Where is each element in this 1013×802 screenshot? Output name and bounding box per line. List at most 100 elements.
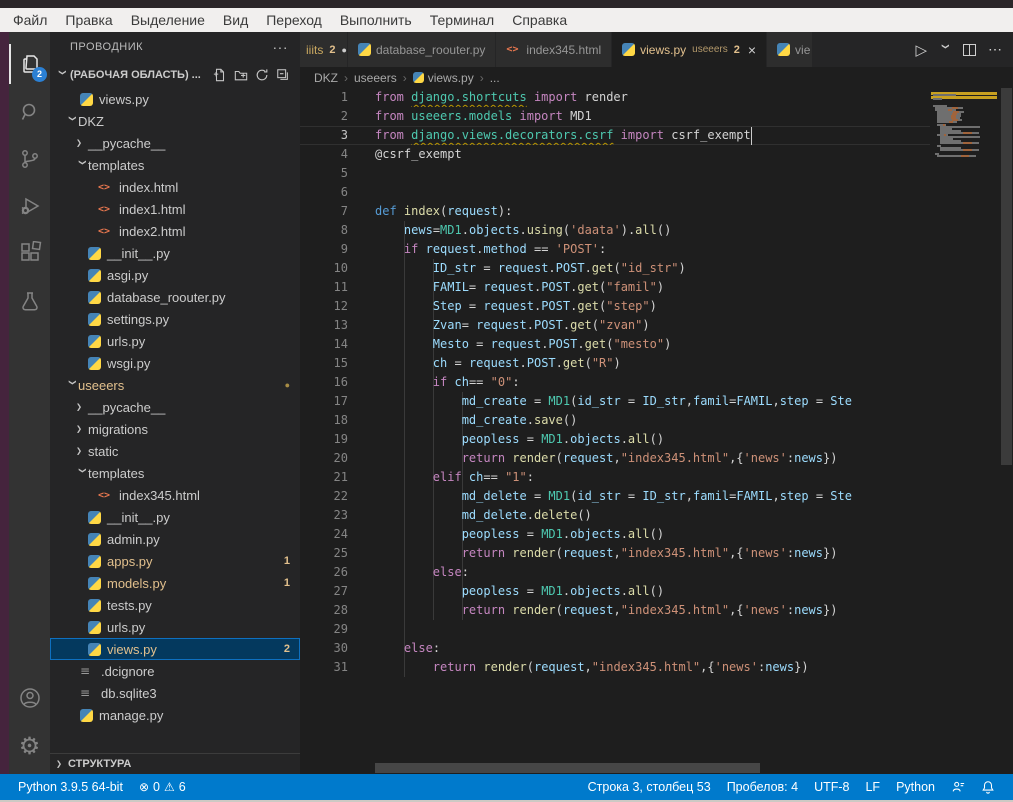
code-line-21[interactable]: 21 elif ch== "1": [300, 468, 930, 487]
new-folder-icon[interactable] [234, 68, 248, 82]
code-line-22[interactable]: 22 md_delete = MD1(id_str = ID_str,famil… [300, 487, 930, 506]
code-line-4[interactable]: 4@csrf_exempt [300, 145, 930, 164]
code-line-19[interactable]: 19 peopless = MD1.objects.all() [300, 430, 930, 449]
status-encoding[interactable]: UTF-8 [806, 780, 857, 794]
account-icon[interactable] [9, 678, 50, 718]
status-language[interactable]: Python [888, 780, 943, 794]
menu-вид[interactable]: Вид [214, 12, 257, 28]
tab-index345-html[interactable]: <>index345.html [496, 32, 612, 67]
tree-item-index2-html[interactable]: <>index2.html [50, 220, 300, 242]
code-line-6[interactable]: 6 [300, 183, 930, 202]
breadcrumb-dkz[interactable]: DKZ [314, 71, 338, 85]
menu-правка[interactable]: Правка [56, 12, 121, 28]
tree-item-models-py[interactable]: models.py1 [50, 572, 300, 594]
tree-item-static[interactable]: ❯static [50, 440, 300, 462]
tree-item-templates[interactable]: ❯templates [50, 154, 300, 176]
code-area[interactable]: 1from django.shortcuts import render2fro… [300, 88, 1013, 774]
code-line-8[interactable]: 8 news=MD1.objects.using('daata').all() [300, 221, 930, 240]
status-python-version[interactable]: Python 3.9.5 64-bit [10, 780, 131, 794]
code-line-18[interactable]: 18 md_create.save() [300, 411, 930, 430]
notifications-bell-icon[interactable] [973, 780, 1003, 794]
tree-item--dcignore[interactable]: ≡.dcignore [50, 660, 300, 682]
tree-item-admin-py[interactable]: admin.py [50, 528, 300, 550]
status-indentation[interactable]: Пробелов: 4 [719, 780, 806, 794]
tree-item-migrations[interactable]: ❯migrations [50, 418, 300, 440]
code-line-12[interactable]: 12 Step = request.POST.get("step") [300, 297, 930, 316]
workspace-section-header[interactable]: ❯ (РАБОЧАЯ ОБЛАСТЬ) ... [50, 62, 300, 88]
vertical-scrollbar[interactable] [1000, 88, 1013, 774]
code-line-30[interactable]: 30 else: [300, 639, 930, 658]
editor-more-icon[interactable]: ⋯ [988, 41, 1003, 58]
vertical-scrollbar-thumb[interactable] [1001, 88, 1012, 465]
tree-item-templates[interactable]: ❯templates [50, 462, 300, 484]
extensions-icon[interactable] [9, 233, 50, 273]
breadcrumb--[interactable]: ... [490, 71, 500, 85]
status-cursor-position[interactable]: Строка 3, столбец 53 [580, 780, 719, 794]
menu-справка[interactable]: Справка [503, 12, 576, 28]
tree-item-manage-py[interactable]: manage.py [50, 704, 300, 726]
tree-item-apps-py[interactable]: apps.py1 [50, 550, 300, 572]
tree-item--pycache-[interactable]: ❯__pycache__ [50, 132, 300, 154]
explorer-icon[interactable]: 2 [9, 44, 50, 84]
new-file-icon[interactable] [213, 68, 227, 82]
code-line-3[interactable]: 3from django.views.decorators.csrf impor… [300, 126, 930, 145]
tab-vie[interactable]: vie [767, 32, 813, 67]
status-problems[interactable]: ⊗ 0 ⚠ 6 [131, 780, 194, 794]
code-line-17[interactable]: 17 md_create = MD1(id_str = ID_str,famil… [300, 392, 930, 411]
refresh-icon[interactable] [255, 68, 269, 82]
split-editor-icon[interactable] [963, 44, 976, 56]
tree-item--init-py[interactable]: __init__.py [50, 242, 300, 264]
menu-переход[interactable]: Переход [257, 12, 331, 28]
breadcrumb-useeers[interactable]: useeers [354, 71, 397, 85]
feedback-icon[interactable] [943, 780, 973, 794]
code-line-29[interactable]: 29 [300, 620, 930, 639]
status-eol[interactable]: LF [857, 780, 888, 794]
tree-item-useeers[interactable]: ❯useeers● [50, 374, 300, 396]
code-line-9[interactable]: 9 if request.method == 'POST': [300, 240, 930, 259]
code-line-10[interactable]: 10 ID_str = request.POST.get("id_str") [300, 259, 930, 278]
settings-gear-icon[interactable]: ⚙ [9, 726, 50, 766]
tab-views-py[interactable]: views.pyuseeers2× [612, 32, 767, 67]
tree-item-asgi-py[interactable]: asgi.py [50, 264, 300, 286]
code-line-26[interactable]: 26 else: [300, 563, 930, 582]
tree-item--pycache-[interactable]: ❯__pycache__ [50, 396, 300, 418]
code-line-15[interactable]: 15 ch = request.POST.get("R") [300, 354, 930, 373]
breadcrumb-views-py[interactable]: views.py [413, 71, 474, 85]
tree-item-db-sqlite3[interactable]: ≡db.sqlite3 [50, 682, 300, 704]
menu-терминал[interactable]: Терминал [421, 12, 503, 28]
testing-icon[interactable] [9, 282, 50, 322]
tab-iiits[interactable]: iiits2● [300, 32, 348, 67]
explorer-more-icon[interactable]: ··· [273, 39, 289, 55]
tree-item--init-py[interactable]: __init__.py [50, 506, 300, 528]
menu-файл[interactable]: Файл [4, 12, 56, 28]
tree-item-database-roouter-py[interactable]: database_roouter.py [50, 286, 300, 308]
code-line-13[interactable]: 13 Zvan= request.POST.get("zvan") [300, 316, 930, 335]
tree-item-urls-py[interactable]: urls.py [50, 616, 300, 638]
tree-item-index1-html[interactable]: <>index1.html [50, 198, 300, 220]
tree-item-tests-py[interactable]: tests.py [50, 594, 300, 616]
outline-section-header[interactable]: ❯ СТРУКТУРА [50, 753, 300, 774]
code-line-31[interactable]: 31 return render(request,"index345.html"… [300, 658, 930, 677]
run-dropdown-icon[interactable]: ❯ [940, 44, 951, 56]
search-icon[interactable] [9, 92, 50, 132]
tab-database-roouter-py[interactable]: database_roouter.py [348, 32, 496, 67]
code-line-14[interactable]: 14 Mesto = request.POST.get("mesto") [300, 335, 930, 354]
code-line-23[interactable]: 23 md_delete.delete() [300, 506, 930, 525]
tree-item-views-py[interactable]: views.py [50, 88, 300, 110]
code-line-24[interactable]: 24 peopless = MD1.objects.all() [300, 525, 930, 544]
collapse-all-icon[interactable] [276, 68, 290, 82]
code-line-20[interactable]: 20 return render(request,"index345.html"… [300, 449, 930, 468]
tree-item-wsgi-py[interactable]: wsgi.py [50, 352, 300, 374]
code-line-1[interactable]: 1from django.shortcuts import render [300, 88, 930, 107]
tab-close-icon[interactable]: × [748, 42, 756, 58]
code-line-25[interactable]: 25 return render(request,"index345.html"… [300, 544, 930, 563]
tree-item-urls-py[interactable]: urls.py [50, 330, 300, 352]
code-line-11[interactable]: 11 FAMIL= request.POST.get("famil") [300, 278, 930, 297]
tree-item-views-py[interactable]: views.py2 [50, 638, 300, 660]
source-control-icon[interactable] [9, 139, 50, 179]
tree-item-settings-py[interactable]: settings.py [50, 308, 300, 330]
code-line-16[interactable]: 16 if ch== "0": [300, 373, 930, 392]
code-line-28[interactable]: 28 return render(request,"index345.html"… [300, 601, 930, 620]
run-python-file-icon[interactable]: ▷ [915, 41, 927, 59]
code-line-27[interactable]: 27 peopless = MD1.objects.all() [300, 582, 930, 601]
